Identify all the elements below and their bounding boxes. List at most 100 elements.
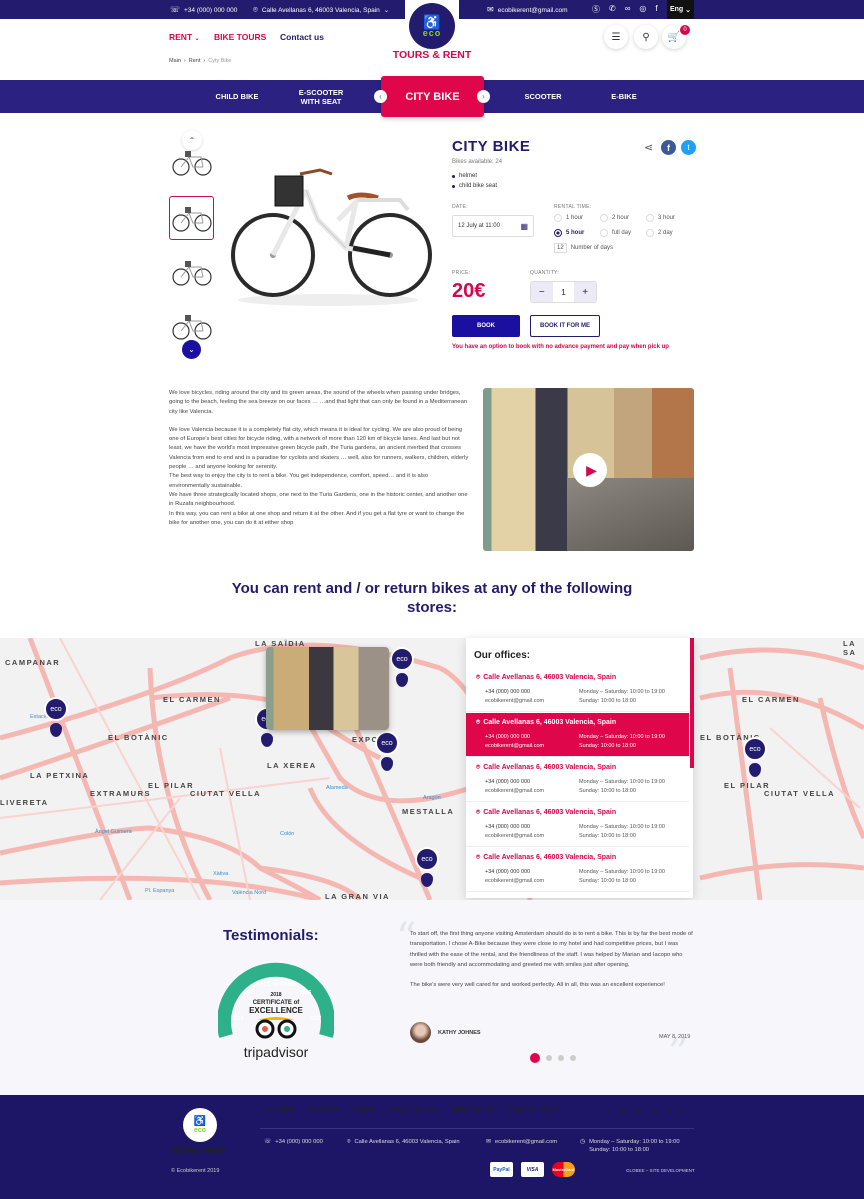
book-it-for-me-button[interactable]: BOOK IT FOR ME xyxy=(530,315,600,337)
whatsapp-icon[interactable]: ✆ xyxy=(636,1107,643,1118)
footer-address[interactable]: ⌾ Calle Avellanas 6, 46003 Valencia, Spai… xyxy=(347,1139,460,1146)
rental-option-2-hour[interactable]: 2 hour xyxy=(600,214,629,222)
map-store-pin[interactable]: eco xyxy=(44,697,68,739)
facebook-share-icon[interactable]: f xyxy=(661,140,676,155)
share-icon[interactable]: ⋖ xyxy=(644,141,653,154)
category-e-scooter-with-seat[interactable]: E-SCOOTER WITH SEAT xyxy=(290,88,352,106)
nav-rent[interactable]: RENT ⌄ xyxy=(169,32,200,42)
nav-bike-tours[interactable]: BIKE TOURS xyxy=(214,32,266,42)
tripadvisor-icon[interactable]: ∞ xyxy=(679,1107,685,1118)
category-child-bike[interactable]: CHILD BIKE xyxy=(205,92,269,101)
nav-contact[interactable]: Contact us xyxy=(280,32,324,42)
offices-scrollbar[interactable] xyxy=(690,638,694,768)
quantity-increase-button[interactable]: + xyxy=(574,282,597,302)
book-button[interactable]: BOOK xyxy=(452,315,520,337)
skype-icon[interactable]: Ⓢ xyxy=(592,4,600,15)
category-e-bike[interactable]: E-BIKE xyxy=(600,92,648,101)
category-scooter[interactable]: SCOOTER xyxy=(512,92,574,101)
office-item[interactable]: ⌾ Calle Avellanas 6, 46003 Valencia, Spai… xyxy=(466,848,689,892)
footer-link-e-bike[interactable]: E-BIKE xyxy=(353,1108,373,1114)
stores-map[interactable]: LA SAÏDIA CAMPANAR EL CARMEN EL BOTÀNIC … xyxy=(0,638,864,900)
chevron-down-icon: ⌄ xyxy=(194,36,200,42)
whatsapp-icon[interactable]: ✆ xyxy=(609,4,616,15)
menu-button[interactable]: ☰ xyxy=(604,25,628,49)
map-store-pin[interactable]: eco xyxy=(390,647,414,689)
radio-button[interactable] xyxy=(600,229,608,237)
logo[interactable]: ♿ eco xyxy=(409,3,455,49)
map-label: LA GRAN VIA xyxy=(325,892,390,900)
product-thumbnail-selected[interactable] xyxy=(169,196,214,240)
date-picker[interactable]: 12 July at 11:00 ▦ xyxy=(452,215,534,237)
thumbnails-down-button[interactable]: ⌄ xyxy=(182,340,201,359)
description-paragraph: In this way, you can rent a bike at one … xyxy=(169,510,465,526)
twitter-share-icon[interactable]: t xyxy=(681,140,696,155)
rental-option-3-hour[interactable]: 3 hour xyxy=(646,214,675,222)
play-button[interactable]: ▶ xyxy=(573,453,607,487)
rental-option-full-day[interactable]: full day xyxy=(600,229,631,237)
testimonial-author: KATHY JOHNES xyxy=(438,1030,481,1036)
radio-button[interactable] xyxy=(646,214,654,222)
bike-thumbnail-image xyxy=(171,207,212,232)
map-store-pin[interactable]: eco xyxy=(375,731,399,773)
radio-button[interactable] xyxy=(646,229,654,237)
tripadvisor-icon[interactable]: ∞ xyxy=(625,4,631,15)
footer-link-actual-tours[interactable]: ACTUAL TOURS xyxy=(388,1108,435,1114)
search-button[interactable]: ⚲ xyxy=(634,25,658,49)
product-thumbnail[interactable] xyxy=(169,250,214,294)
office-item[interactable]: ⌾ Calle Avellanas 6, 46003 Valencia, Spai… xyxy=(466,803,689,847)
office-item[interactable]: ⌾ Calle Avellanas 6, 46003 Valencia, Spai… xyxy=(466,758,689,802)
badge-year: 2017 xyxy=(310,1016,321,1022)
facebook-icon[interactable]: f xyxy=(668,1107,670,1118)
quantity-decrease-button[interactable]: − xyxy=(531,282,553,302)
rental-option-5-hour[interactable]: 5 hour xyxy=(554,229,584,237)
developer-credit[interactable]: GLOBEE – SITE DEVELOPMENT xyxy=(626,1168,695,1173)
metro-station: Aragón xyxy=(423,795,441,801)
category-next-button[interactable]: › xyxy=(477,90,490,103)
footer-link-privacy[interactable]: PRIVACY POLICY xyxy=(509,1108,559,1114)
topbar-email[interactable]: ✉ ecobikerent@gmail.com xyxy=(487,6,568,14)
map-label: EL CARMEN xyxy=(163,695,221,704)
carousel-dot[interactable] xyxy=(546,1055,552,1061)
map-store-pin[interactable]: eco xyxy=(743,737,767,779)
category-city-bike-active[interactable]: CITY BIKE xyxy=(381,76,484,117)
rental-option-2-day[interactable]: 2 day xyxy=(646,229,673,237)
bike-thumbnail-image xyxy=(171,315,212,340)
breadcrumb-main[interactable]: Main xyxy=(169,58,181,64)
footer-link-terms[interactable]: TERMS OF USE xyxy=(450,1108,495,1114)
topbar-phone[interactable]: ☏ +34 (000) 000 000 xyxy=(170,6,237,14)
location-pin-icon: ⌾ xyxy=(476,809,481,816)
map-store-pin[interactable]: eco xyxy=(415,847,439,889)
carousel-dot[interactable] xyxy=(558,1055,564,1061)
carousel-dot-active[interactable] xyxy=(530,1053,540,1063)
topbar-address[interactable]: ⌾ Calle Avellanas 6, 46003 Valencia, Spai… xyxy=(253,5,389,15)
radio-button[interactable] xyxy=(600,214,608,222)
instagram-icon[interactable]: ◎ xyxy=(639,4,646,15)
radio-button[interactable] xyxy=(554,214,562,222)
mastercard-logo: MasterCard xyxy=(552,1162,575,1177)
footer-email[interactable]: ✉ ecobikerent@gmail.com xyxy=(486,1139,557,1145)
footer-link-scooter[interactable]: SCOOTER xyxy=(308,1108,338,1114)
shop-video[interactable]: ▶ xyxy=(483,388,694,551)
office-item-active[interactable]: ⌾ Calle Avellanas 6, 46003 Valencia, Spai… xyxy=(466,713,689,757)
facebook-icon[interactable]: f xyxy=(655,4,657,15)
store-photo-popup[interactable] xyxy=(266,647,389,730)
footer-link-city-bike[interactable]: CITY BIKE xyxy=(264,1108,294,1114)
breadcrumb-rent[interactable]: Rent xyxy=(189,58,201,64)
language-selector[interactable]: Eng ⌄ xyxy=(667,0,694,19)
office-item[interactable]: ⌾ Calle Avellanas 6, 46003 Valencia, Spai… xyxy=(466,668,689,712)
location-pin-icon: ⌾ xyxy=(253,5,258,14)
days-input[interactable]: 12 xyxy=(554,243,567,253)
instagram-icon[interactable]: ◎ xyxy=(652,1107,659,1118)
skype-icon[interactable]: Ⓢ xyxy=(619,1107,627,1118)
footer-phone[interactable]: ☏ +34 (000) 000 000 xyxy=(264,1139,323,1145)
map-label: EL PILAR xyxy=(148,781,195,790)
quantity-input[interactable]: 1 xyxy=(553,282,575,302)
rental-time-label: RENTAL TIME: xyxy=(554,204,592,210)
rental-option-1-hour[interactable]: 1 hour xyxy=(554,214,583,222)
carousel-dot[interactable] xyxy=(570,1055,576,1061)
thumbnails-up-button[interactable]: ⌃ xyxy=(182,130,202,150)
category-prev-button[interactable]: ‹ xyxy=(374,90,387,103)
brand-name[interactable]: TOURS & RENT xyxy=(380,49,484,61)
footer-logo[interactable]: ♿ eco xyxy=(183,1108,217,1142)
radio-button-checked[interactable] xyxy=(554,229,562,237)
